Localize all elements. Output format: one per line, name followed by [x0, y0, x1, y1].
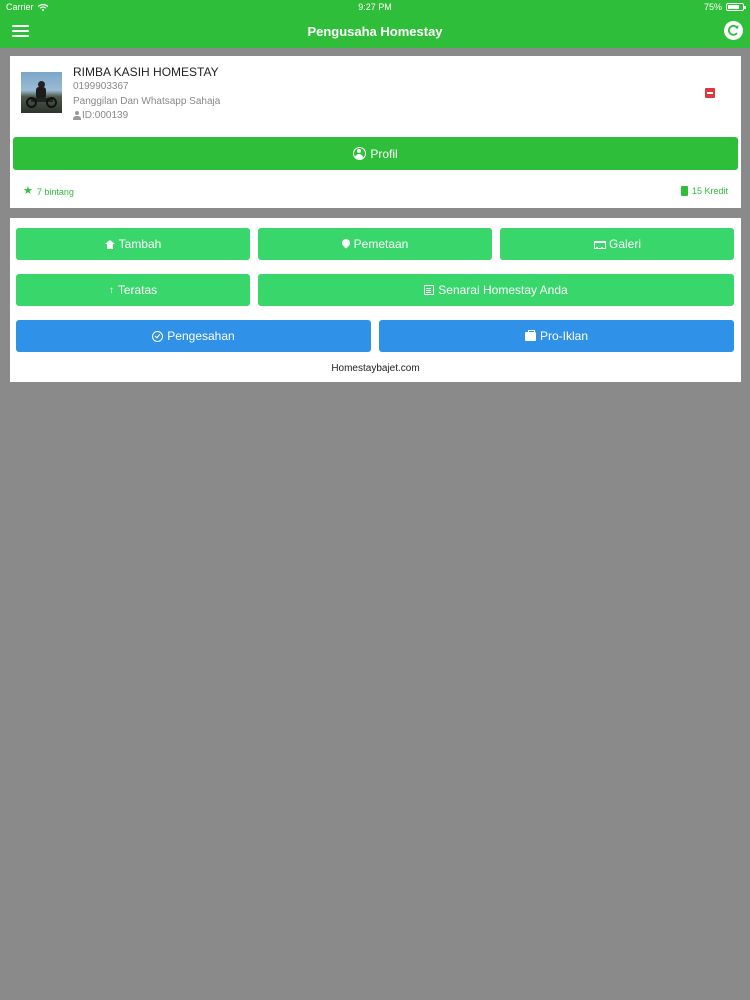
- user-id: ID:000139: [73, 110, 128, 121]
- user-circle-icon: [353, 147, 367, 160]
- page-title: Pengusaha Homestay: [307, 24, 443, 39]
- senarai-label: Senarai Homestay Anda: [438, 283, 568, 297]
- avatar[interactable]: [21, 72, 62, 113]
- pro-iklan-button[interactable]: Pro-Iklan: [379, 320, 734, 352]
- contact-note: Panggilan Dan Whatsapp Sahaja: [73, 96, 221, 107]
- person-icon: [73, 111, 81, 120]
- website-label: Homestaybajet.com: [331, 363, 420, 374]
- pengesahan-button[interactable]: Pengesahan: [16, 320, 371, 352]
- star-rating: ★ 7 bintang: [23, 186, 74, 197]
- galeri-button[interactable]: Galeri: [500, 228, 734, 260]
- arrow-up-icon: ↑: [108, 284, 114, 296]
- pemetaan-label: Pemetaan: [353, 237, 409, 251]
- refresh-icon[interactable]: [724, 21, 743, 40]
- credit-balance: 15 Kredit: [680, 186, 728, 196]
- battery-status: 75%: [703, 2, 746, 12]
- user-id-label: ID:000139: [82, 110, 129, 121]
- teratas-button[interactable]: ↑ Teratas: [16, 274, 250, 306]
- pro-iklan-label: Pro-Iklan: [539, 329, 589, 343]
- check-circle-icon: [152, 330, 164, 342]
- list-icon: [424, 285, 435, 295]
- homestay-name: RIMBA KASIH HOMESTAY: [73, 65, 219, 79]
- star-rating-label: 7 bintang: [36, 186, 74, 197]
- logout-icon[interactable]: [705, 88, 715, 98]
- profile-button-label: Profil: [370, 146, 398, 161]
- pemetaan-button[interactable]: Pemetaan: [258, 228, 492, 260]
- briefcase-icon: [524, 329, 536, 341]
- status-bar: Carrier 9:27 PM 75%: [0, 0, 750, 15]
- tambah-label: Tambah: [118, 237, 162, 251]
- battery-icon: [726, 3, 746, 11]
- senarai-homestay-button[interactable]: Senarai Homestay Anda: [258, 274, 734, 306]
- wallet-icon: [680, 186, 688, 196]
- battery-percent: 75%: [703, 2, 722, 12]
- gallery-icon: [593, 240, 606, 249]
- profile-card: RIMBA KASIH HOMESTAY 0199903367 Panggila…: [10, 56, 741, 208]
- star-icon: ★: [23, 185, 33, 197]
- tambah-button[interactable]: Tambah: [16, 228, 250, 260]
- profile-button[interactable]: Profil: [13, 137, 738, 170]
- pengesahan-label: Pengesahan: [167, 329, 235, 343]
- phone-number: 0199903367: [73, 81, 129, 92]
- map-pin-icon: [342, 239, 350, 250]
- status-time: 9:27 PM: [358, 2, 392, 12]
- teratas-label: Teratas: [117, 283, 158, 297]
- credit-label: 15 Kredit: [691, 186, 728, 196]
- house-icon: [104, 239, 115, 249]
- actions-card: Tambah Pemetaan Galeri ↑ Teratas Senarai…: [10, 218, 741, 382]
- galeri-label: Galeri: [608, 237, 641, 251]
- top-navbar: Pengusaha Homestay: [0, 15, 750, 48]
